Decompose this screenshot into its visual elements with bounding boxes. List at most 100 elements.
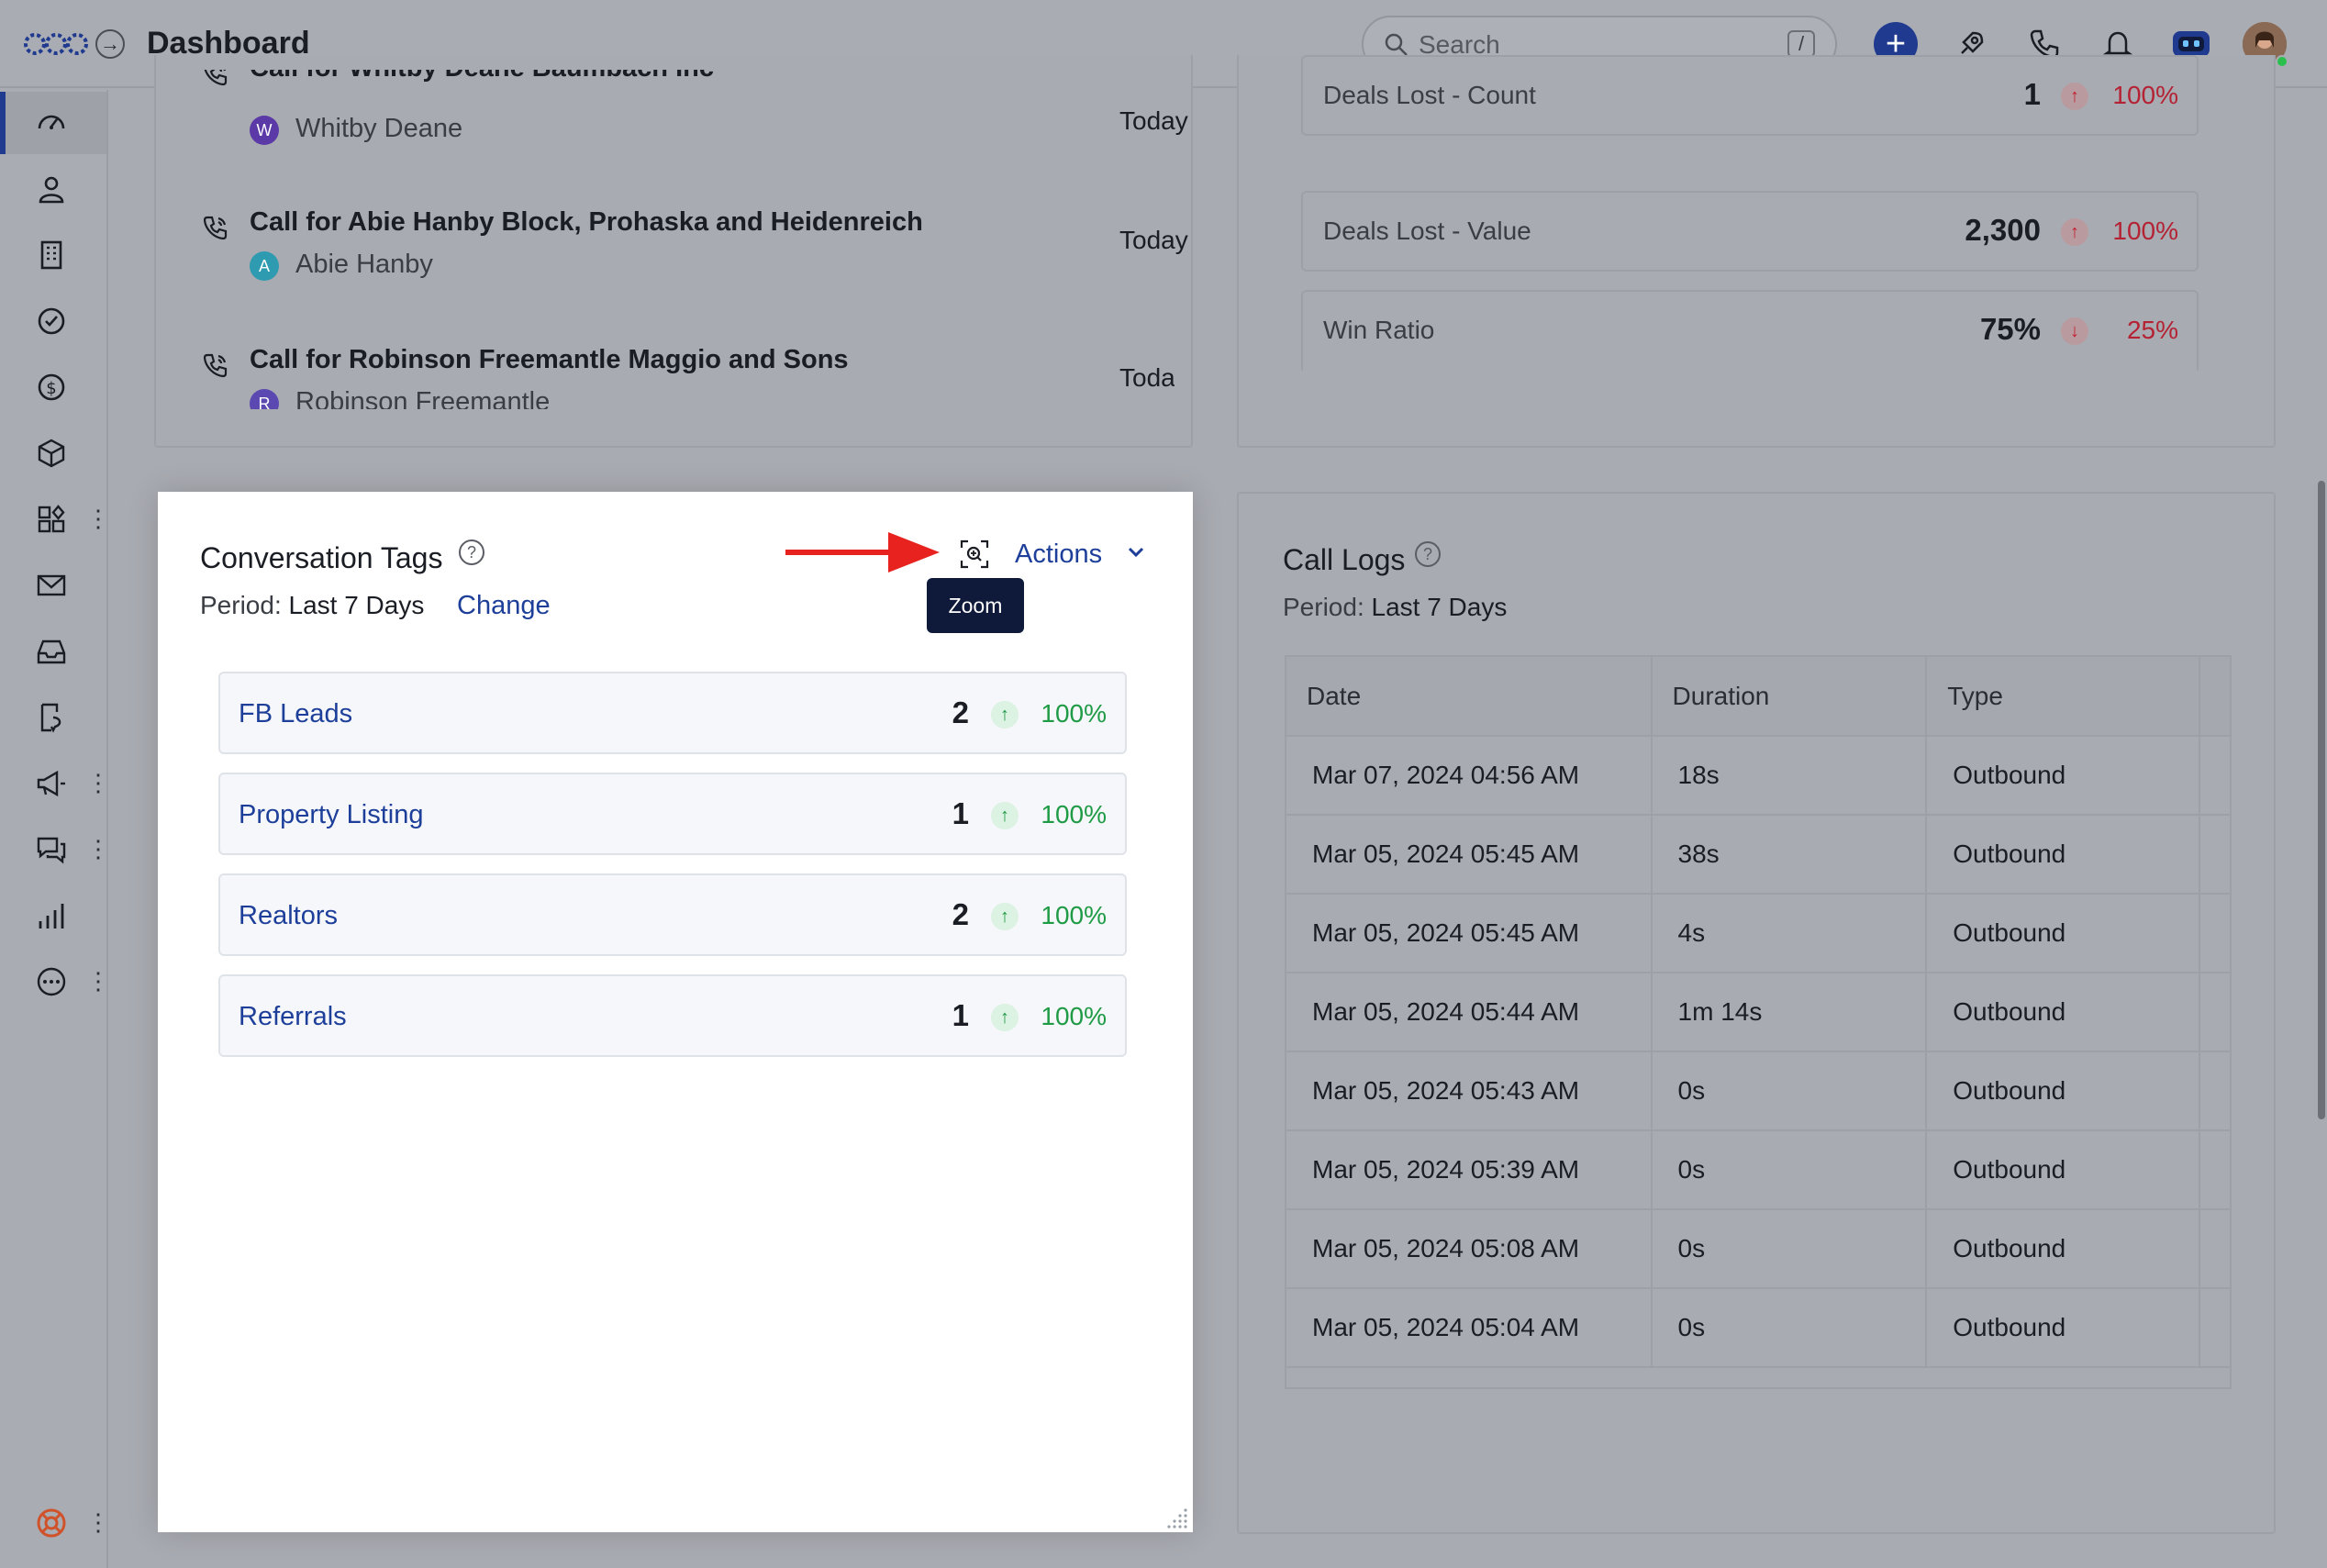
cell-duration: 1m 14s — [1651, 973, 1928, 1052]
conversation-tags-card: Conversation Tags ? Period: Last 7 Days … — [158, 492, 1193, 1532]
tasks-card: Call for Whitby Deane Baumbach Inc W Whi… — [154, 55, 1193, 448]
cell-overflow — [2199, 1130, 2230, 1210]
task-person[interactable]: Whitby Deane — [295, 114, 462, 144]
list-item[interactable]: Call for Robinson Freemantle Maggio and … — [202, 345, 1175, 409]
column-header-date[interactable]: Date — [1286, 657, 1653, 737]
tag-name[interactable]: Referrals — [239, 1002, 347, 1032]
more-icon[interactable] — [28, 958, 75, 1006]
table-row[interactable]: Mar 07, 2024 04:56 AM 18s Outbound — [1286, 736, 2230, 816]
stat-value: 2,300 — [1965, 213, 2041, 247]
task-due: Today — [1119, 106, 1188, 135]
list-item-person: W Whitby Deane Today — [202, 106, 1188, 167]
zoom-icon[interactable] — [958, 538, 991, 571]
question-icon[interactable]: ? — [459, 539, 484, 565]
column-header-duration[interactable]: Duration — [1651, 657, 1928, 737]
cell-type: Outbound — [1926, 1209, 2201, 1289]
cell-overflow — [2199, 1051, 2230, 1131]
campaigns-menu-kebab-icon[interactable]: ⋮ — [86, 771, 110, 795]
chevron-down-icon[interactable] — [1123, 539, 1149, 565]
dashboard-icon[interactable] — [28, 99, 75, 147]
tag-row[interactable]: FB Leads 2 ↑ 100% — [218, 672, 1127, 754]
table-row[interactable]: Mar 05, 2024 05:45 AM 38s Outbound — [1286, 815, 2230, 895]
cell-duration: 18s — [1651, 736, 1928, 816]
contacts-icon[interactable] — [28, 165, 75, 213]
table-row[interactable]: Mar 05, 2024 05:43 AM 0s Outbound — [1286, 1051, 2230, 1131]
tag-name[interactable]: Property Listing — [239, 800, 424, 830]
actions-button[interactable]: Actions — [1015, 539, 1102, 570]
expand-sidebar-icon[interactable]: → — [95, 29, 125, 59]
table-row[interactable]: Mar 05, 2024 05:04 AM 0s Outbound — [1286, 1288, 2230, 1368]
workflow-icon[interactable] — [28, 694, 75, 741]
cell-date: Mar 05, 2024 05:45 AM — [1286, 815, 1653, 895]
table-row[interactable]: Mar 05, 2024 05:39 AM 0s Outbound — [1286, 1130, 2230, 1210]
cell-type: Outbound — [1926, 1051, 2201, 1131]
tag-name[interactable]: FB Leads — [239, 699, 352, 729]
table-row[interactable]: Mar 05, 2024 05:08 AM 0s Outbound — [1286, 1209, 2230, 1289]
call-task-icon — [203, 353, 228, 378]
cell-overflow — [2199, 1288, 2230, 1368]
tag-row[interactable]: Referrals 1 ↑ 100% — [218, 974, 1127, 1057]
question-icon[interactable]: ? — [1415, 541, 1441, 567]
companies-icon[interactable] — [28, 231, 75, 279]
inbox-icon[interactable] — [28, 628, 75, 675]
more-menu-kebab-icon[interactable]: ⋮ — [86, 969, 110, 993]
deals-stats-card: Deals Lost - Count 1 ↑ 100% Deals Lost -… — [1237, 55, 2276, 448]
stat-row: Deals Lost - Count 1 ↑ 100% — [1301, 55, 2199, 136]
cell-date: Mar 05, 2024 05:45 AM — [1286, 894, 1653, 973]
stat-change: 100% — [2112, 217, 2178, 245]
tag-count: 2 — [952, 897, 969, 931]
stat-value: 75% — [1979, 312, 2041, 346]
cell-type: Outbound — [1926, 1130, 2201, 1210]
zoom-tooltip: Zoom — [927, 578, 1024, 633]
tag-name[interactable]: Realtors — [239, 901, 338, 931]
tag-count: 1 — [952, 796, 969, 830]
card-title: Call Logs — [1283, 543, 1406, 576]
sidebar: $ ⋮ ⋮ ⋮ ⋮ ⋮ — [0, 90, 110, 1568]
cell-type: Outbound — [1926, 973, 2201, 1052]
table-row[interactable]: Mar 05, 2024 05:44 AM 1m 14s Outbound — [1286, 973, 2230, 1052]
cell-date: Mar 07, 2024 04:56 AM — [1286, 736, 1653, 816]
help-icon[interactable] — [28, 1499, 75, 1547]
task-person[interactable]: Abie Hanby — [295, 250, 433, 280]
tag-row[interactable]: Property Listing 1 ↑ 100% — [218, 773, 1127, 855]
apps-menu-kebab-icon[interactable]: ⋮ — [86, 506, 110, 530]
help-menu-kebab-icon[interactable]: ⋮ — [86, 1510, 110, 1534]
conversations-menu-kebab-icon[interactable]: ⋮ — [86, 837, 110, 861]
list-item[interactable]: Call for Abie Hanby Block, Prohaska and … — [202, 207, 1188, 317]
arrow-up-icon: ↑ — [991, 1004, 1019, 1031]
stat-label: Win Ratio — [1323, 316, 1435, 344]
apps-icon[interactable] — [28, 495, 75, 543]
deals-icon[interactable]: $ — [28, 363, 75, 411]
app-logo[interactable] — [24, 28, 88, 61]
cell-duration: 0s — [1651, 1209, 1928, 1289]
task-title: Call for Whitby Deane Baumbach Inc — [250, 70, 714, 83]
period-value: Last 7 Days — [288, 591, 425, 619]
table-header-row: Date Duration Type — [1286, 657, 2230, 737]
products-icon[interactable] — [28, 429, 75, 477]
column-header-type[interactable]: Type — [1926, 657, 2201, 737]
resize-handle-icon[interactable] — [1164, 1503, 1189, 1529]
email-icon[interactable] — [28, 562, 75, 609]
tag-row[interactable]: Realtors 2 ↑ 100% — [218, 873, 1127, 956]
change-period-link[interactable]: Change — [457, 591, 551, 621]
cell-overflow — [2199, 894, 2230, 973]
call-task-icon — [204, 70, 228, 86]
tag-change: 100% — [1041, 901, 1107, 929]
arrow-up-icon: ↑ — [991, 701, 1019, 728]
reports-icon[interactable] — [28, 892, 75, 940]
tasks-icon[interactable] — [28, 297, 75, 345]
cell-date: Mar 05, 2024 05:39 AM — [1286, 1130, 1653, 1210]
tag-change: 100% — [1041, 699, 1107, 728]
table-row[interactable]: Mar 05, 2024 05:45 AM 4s Outbound — [1286, 894, 2230, 973]
page-scrollbar[interactable] — [2318, 481, 2325, 1119]
cell-duration: 38s — [1651, 815, 1928, 895]
period-prefix: Period: — [200, 591, 282, 619]
task-person[interactable]: Robinson Freemantle — [295, 387, 550, 409]
stat-row: Win Ratio 75% ↓ 25% — [1301, 290, 2199, 371]
task-title: Call for Robinson Freemantle Maggio and … — [250, 345, 849, 374]
card-title: Conversation Tags — [200, 541, 443, 574]
campaigns-icon[interactable] — [28, 760, 75, 807]
avatar: A — [250, 251, 279, 281]
cell-type: Outbound — [1926, 815, 2201, 895]
conversations-icon[interactable] — [28, 826, 75, 873]
